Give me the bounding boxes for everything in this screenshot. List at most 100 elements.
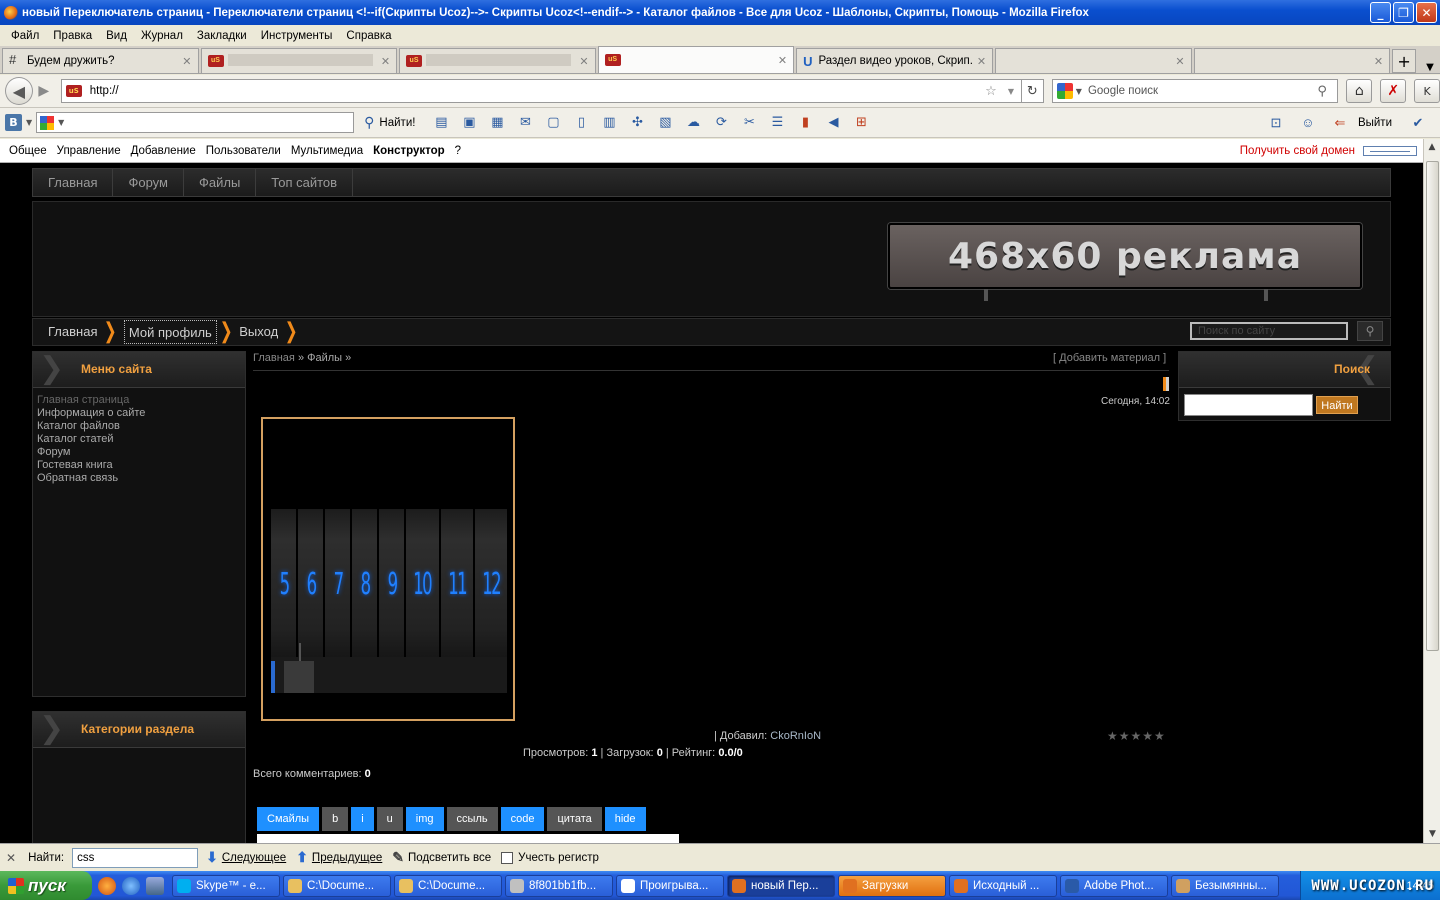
trash-icon[interactable]: ▯: [567, 115, 595, 130]
search-bar[interactable]: ▼ Google поиск ⚲: [1051, 79, 1339, 103]
home-button[interactable]: ⌂: [1346, 79, 1373, 103]
tab-close-icon[interactable]: ✕: [977, 55, 986, 68]
tab-close-icon[interactable]: ✕: [182, 55, 191, 68]
ucoz-menu-users[interactable]: Пользователи: [201, 145, 286, 157]
menu-bookmarks[interactable]: Закладки: [190, 30, 254, 42]
site-search-field[interactable]: [1184, 394, 1313, 416]
tab-friends[interactable]: # Будем дружить? ✕: [2, 48, 199, 73]
taskbar-button[interactable]: Исходный ...: [949, 874, 1057, 897]
ucoz-menu-multimedia[interactable]: Мультимедиа: [286, 145, 368, 157]
breadcrumb-home[interactable]: Главная: [253, 352, 295, 364]
match-case-checkbox[interactable]: Учесть регистр: [501, 851, 599, 864]
search-icon[interactable]: ⚲: [1317, 84, 1337, 99]
user-icon[interactable]: ☺: [1294, 115, 1322, 130]
author-link[interactable]: CkoRnIoN: [770, 730, 821, 742]
ucoz-menu-management[interactable]: Управление: [52, 145, 126, 157]
ie-icon[interactable]: [122, 876, 140, 895]
tab-close-icon[interactable]: ✕: [778, 54, 787, 67]
site-search-button[interactable]: Найти: [1316, 396, 1358, 414]
menu-link-about[interactable]: Информация о сайте: [37, 407, 241, 420]
tab-ucoz-1[interactable]: uS ✕: [200, 48, 398, 73]
bbcode-button[interactable]: hide: [604, 807, 646, 831]
toolbar-search-input[interactable]: ▼: [36, 112, 355, 133]
get-domain-link[interactable]: Получить свой домен: [1240, 145, 1355, 157]
user-nav-home[interactable]: Главная: [33, 320, 101, 344]
logout-icon[interactable]: ⇐: [1326, 115, 1354, 131]
taskbar-button[interactable]: Проигрыва...: [616, 874, 724, 897]
bbcode-button[interactable]: b: [322, 807, 349, 831]
tab-video-lessons[interactable]: U Раздел видео уроков, Скрип... ✕: [796, 48, 994, 73]
chevron-down-icon[interactable]: ▼: [26, 118, 32, 127]
calendar-icon[interactable]: ▥: [595, 115, 623, 130]
menu-history[interactable]: Журнал: [134, 30, 190, 42]
menu-link-files[interactable]: Каталог файлов: [37, 420, 241, 433]
taskbar-button[interactable]: C:\Docume...: [283, 874, 391, 897]
menu-link-feedback[interactable]: Обратная связь: [37, 472, 241, 485]
ucoz-menu-constructor[interactable]: Конструктор: [368, 145, 450, 157]
bookmark-icon[interactable]: ▤: [427, 115, 455, 130]
chevron-down-icon[interactable]: ▼: [1001, 87, 1021, 96]
comment-textarea[interactable]: [257, 834, 679, 843]
menu-tools[interactable]: Инструменты: [254, 30, 340, 42]
tab-ucoz-2[interactable]: uS ✕: [399, 48, 596, 73]
add-material-link[interactable]: [ Добавить материал ]: [1053, 352, 1166, 364]
toolbar-find-button[interactable]: ⚲ Найти!: [364, 114, 415, 131]
menu-file[interactable]: Файл: [4, 30, 46, 42]
minimize-button[interactable]: _: [1370, 2, 1391, 23]
tab-close-icon[interactable]: ✕: [381, 55, 390, 68]
bbcode-button[interactable]: u: [376, 807, 403, 831]
taskbar-button[interactable]: 8f801bb1fb...: [505, 874, 613, 897]
tab-list-chevron-icon[interactable]: ▼: [1420, 62, 1440, 73]
start-button[interactable]: пуск: [0, 871, 92, 900]
bbcode-button[interactable]: i: [351, 807, 374, 831]
bbcode-button[interactable]: Смайлы: [257, 807, 320, 831]
tab-empty-2[interactable]: ✕: [1193, 48, 1391, 73]
url-bar[interactable]: uS http:// ☆ ▼: [60, 79, 1022, 103]
user-nav-logout[interactable]: Выход: [235, 320, 282, 344]
menu-link-forum[interactable]: Форум: [37, 446, 241, 459]
gift-icon[interactable]: ⊞: [847, 115, 875, 130]
search-input[interactable]: Google поиск: [1088, 85, 1317, 97]
tools-icon[interactable]: ✂: [735, 115, 763, 130]
book-icon[interactable]: ▮: [791, 115, 819, 130]
entry-screenshot[interactable]: 5 6 7 8 9 10 11 12: [261, 417, 515, 721]
maximize-button[interactable]: ❐: [1393, 2, 1414, 23]
firefox-icon[interactable]: [98, 876, 116, 895]
menu-link-guestbook[interactable]: Гостевая книга: [37, 459, 241, 472]
bbcode-button[interactable]: code: [500, 807, 545, 831]
ad-banner[interactable]: 468x60 реклама: [888, 223, 1362, 289]
checkbox[interactable]: [501, 851, 514, 864]
highlight-all-button[interactable]: ✎ Подсветить все: [392, 849, 491, 866]
vertical-scrollbar[interactable]: ▲ ▼: [1423, 139, 1440, 843]
refresh-icon[interactable]: ⟳: [707, 115, 735, 130]
reload-button[interactable]: ↻: [1021, 79, 1044, 103]
breadcrumb-files[interactable]: Файлы: [307, 352, 342, 364]
menu-help[interactable]: Справка: [339, 30, 398, 42]
ucoz-menu-add[interactable]: Добавление: [126, 145, 201, 157]
tab-close-icon[interactable]: ✕: [1175, 55, 1184, 68]
vk-icon[interactable]: B: [5, 114, 22, 131]
ucoz-menu-general[interactable]: Общее: [4, 145, 52, 157]
rating-stars[interactable]: ★★★★★: [1107, 729, 1166, 743]
tab-ucoz-active[interactable]: uS ✕: [597, 46, 795, 73]
tab-empty-1[interactable]: ✕: [995, 48, 1192, 73]
back-button[interactable]: ◀: [5, 77, 33, 105]
user-nav-profile[interactable]: Мой профиль: [123, 320, 217, 344]
new-tab-button[interactable]: +: [1392, 49, 1417, 73]
taskbar-button[interactable]: Загрузки: [838, 874, 946, 897]
forward-button[interactable]: ▶: [33, 83, 55, 99]
screen-icon[interactable]: ⊡: [1262, 115, 1290, 131]
scroll-thumb[interactable]: [1426, 161, 1439, 651]
taskbar-button[interactable]: Безымянны...: [1171, 874, 1279, 897]
star-icon[interactable]: ☆: [981, 84, 1001, 99]
document-icon[interactable]: ▧: [651, 115, 679, 130]
taskbar-button[interactable]: новый Пер...: [727, 874, 835, 897]
site-nav-home[interactable]: Главная: [33, 169, 114, 196]
scroll-up-icon[interactable]: ▲: [1424, 139, 1440, 156]
scroll-down-icon[interactable]: ▼: [1424, 826, 1440, 843]
chevron-down-icon[interactable]: ▼: [58, 118, 64, 127]
site-search-input[interactable]: Поиск по сайту: [1190, 322, 1348, 340]
bbcode-button[interactable]: img: [405, 807, 444, 831]
menu-edit[interactable]: Правка: [46, 30, 99, 42]
bbcode-button[interactable]: ссыль: [446, 807, 498, 831]
